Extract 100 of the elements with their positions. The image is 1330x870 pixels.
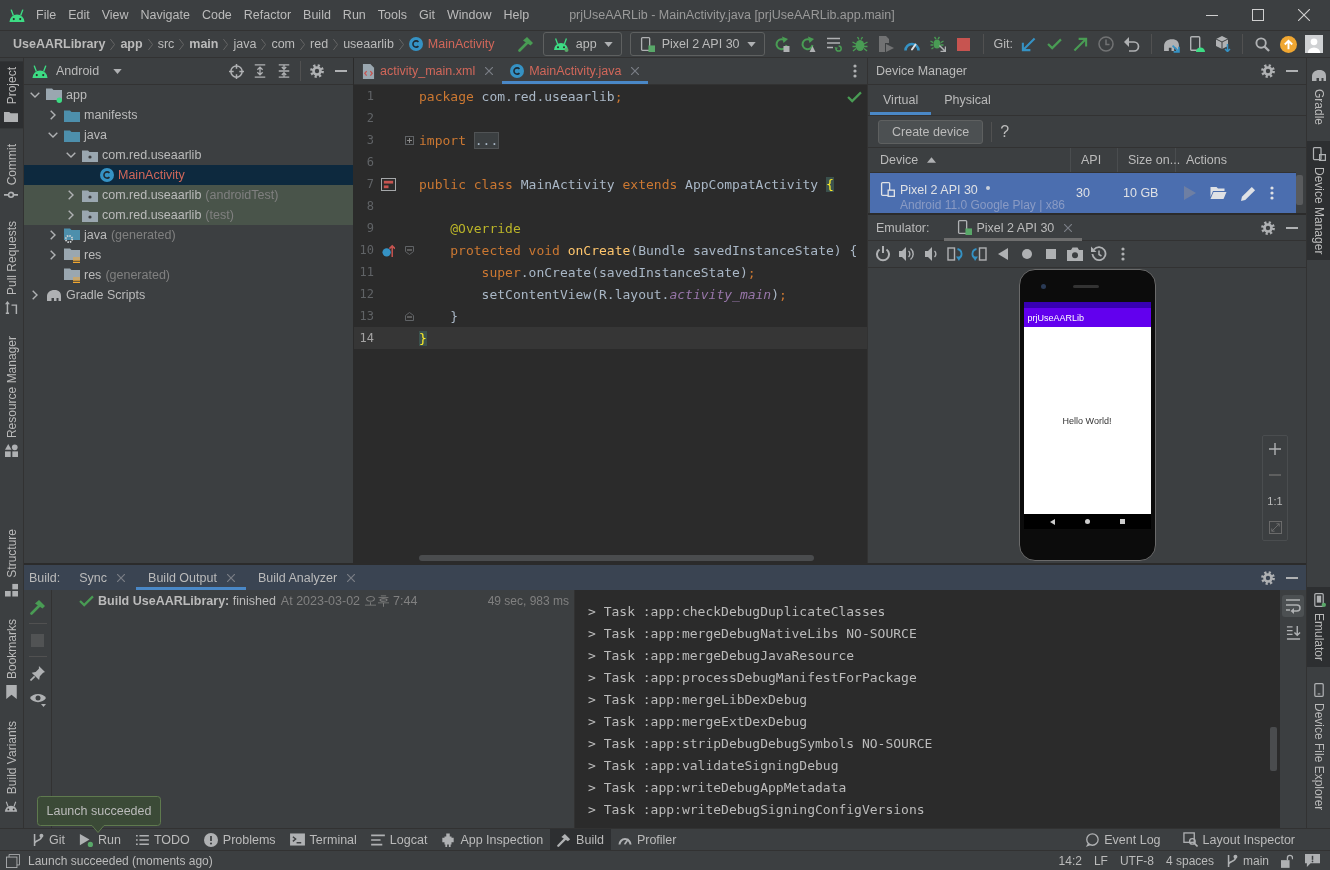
chevron-icon[interactable] <box>68 210 74 220</box>
tool-window-button[interactable]: Event Log <box>1078 829 1168 850</box>
check-icon[interactable] <box>1046 38 1062 50</box>
eye-icon[interactable] <box>29 691 46 707</box>
chevron-icon[interactable] <box>50 250 56 260</box>
tool-window-tab[interactable]: Project <box>0 61 23 129</box>
circle-arrow-icon[interactable] <box>381 243 395 257</box>
settings-icon[interactable] <box>310 64 324 78</box>
tree-item[interactable]: java <box>24 125 353 145</box>
build-tab[interactable]: Build Analyzer <box>245 565 367 590</box>
camera-icon[interactable] <box>1067 247 1083 261</box>
folder-icon[interactable] <box>1210 187 1227 199</box>
circular-arrow-icon[interactable] <box>773 36 790 52</box>
breadcrumb-item[interactable]: MainActivity <box>408 33 495 55</box>
tool-window-tab[interactable]: Build Variants <box>0 714 23 818</box>
tool-window-button[interactable]: Problems <box>196 829 283 850</box>
tool-window-tab[interactable]: Emulator <box>1307 586 1330 667</box>
view-dropdown[interactable]: Android <box>56 64 123 78</box>
menu-item[interactable]: Git <box>413 0 441 30</box>
maximize-icon[interactable] <box>1252 9 1264 21</box>
indent-setting[interactable]: 4 spaces <box>1159 851 1220 870</box>
cube-icon[interactable] <box>1215 36 1231 52</box>
tool-window-tab[interactable]: Device File Explorer <box>1307 676 1330 816</box>
table-row[interactable]: Pixel 2 API 30 Android 11.0 Google Play | x86 30 10 GB <box>870 173 1296 213</box>
zoom-button[interactable]: 1:1 <box>1263 488 1287 514</box>
branch-button[interactable]: main <box>1220 851 1275 870</box>
collapse-icon[interactable] <box>277 64 291 78</box>
more-icon[interactable] <box>1121 247 1125 261</box>
tree-item[interactable]: manifests <box>24 105 353 125</box>
chevron-icon[interactable] <box>68 190 74 200</box>
tool-window-tab[interactable]: Commit <box>0 138 23 205</box>
speech-bubble-icon[interactable] <box>1305 853 1320 868</box>
layout-icon[interactable] <box>380 177 396 191</box>
tool-window-button[interactable]: Layout Inspector <box>1175 829 1302 850</box>
tool-window-tab[interactable]: Bookmarks <box>0 612 23 705</box>
tool-window-button[interactable]: Profiler <box>610 829 684 850</box>
pencil-icon[interactable] <box>1241 185 1256 201</box>
bug-icon[interactable] <box>851 36 868 52</box>
rotate-icon[interactable] <box>971 246 987 262</box>
breadcrumb-item[interactable]: red <box>310 33 329 55</box>
create-device-button[interactable]: Create device <box>878 119 984 144</box>
breadcrumb-item[interactable]: src <box>157 33 175 55</box>
menu-item[interactable]: Code <box>195 0 238 30</box>
arrow-icon[interactable] <box>1072 36 1088 52</box>
back-icon[interactable] <box>998 248 1008 260</box>
arrow-icon[interactable] <box>1020 36 1036 52</box>
caret-position[interactable]: 14:2 <box>1052 851 1088 870</box>
tree-item[interactable]: java (generated) <box>24 225 353 245</box>
breadcrumb-item[interactable]: useaarlib <box>343 33 394 55</box>
panel-tab[interactable]: Virtual <box>870 85 932 115</box>
search-icon[interactable] <box>1254 36 1270 52</box>
more-icon[interactable] <box>1270 186 1274 200</box>
chevron-icon[interactable] <box>50 230 56 240</box>
minimize-icon[interactable] <box>1206 14 1218 16</box>
tree-item[interactable]: Gradle Scripts <box>24 285 353 305</box>
breadcrumb-item[interactable]: com <box>271 33 296 55</box>
build-tab[interactable]: Sync <box>67 565 137 590</box>
bug-arrow-icon[interactable] <box>929 36 946 52</box>
column-header[interactable]: API <box>1071 148 1118 172</box>
menu-item[interactable]: Tools <box>371 0 413 30</box>
scrollbar[interactable] <box>419 555 814 561</box>
chevron-icon[interactable] <box>66 152 76 158</box>
breadcrumb-item[interactable]: app <box>120 33 143 55</box>
tool-window-tab[interactable]: Structure <box>0 523 23 603</box>
power-icon[interactable] <box>875 246 891 262</box>
chevron-icon[interactable] <box>30 92 40 98</box>
tree-item[interactable]: res (generated) <box>24 265 353 285</box>
tree-item[interactable]: res <box>24 245 353 265</box>
rotate-icon[interactable] <box>947 246 963 262</box>
menu-item[interactable]: View <box>95 0 135 30</box>
menu-item[interactable]: File <box>30 0 63 30</box>
menu-item[interactable]: Refactor <box>237 0 298 30</box>
tool-window-button[interactable]: App Inspection <box>434 829 551 850</box>
padlock-icon[interactable] <box>1281 853 1293 868</box>
settings-icon[interactable] <box>1261 570 1275 585</box>
file-encoding[interactable]: UTF-8 <box>1113 851 1160 870</box>
build-tab[interactable]: Build Output <box>136 565 246 590</box>
undo-icon[interactable] <box>1124 36 1140 52</box>
tool-window-button[interactable]: Logcat <box>363 829 435 850</box>
chevron-icon[interactable] <box>50 110 56 120</box>
settings-icon[interactable] <box>1261 220 1275 235</box>
crosshair-icon[interactable] <box>228 63 244 79</box>
scrollbar[interactable] <box>1296 175 1303 205</box>
menu-item[interactable]: Run <box>336 0 372 30</box>
breadcrumb-item[interactable]: UseAARLibrary <box>13 33 106 55</box>
windows-icon[interactable] <box>6 853 20 868</box>
tool-window-button[interactable]: Terminal <box>282 829 364 850</box>
breadcrumb-item[interactable]: main <box>189 33 219 55</box>
tool-window-button[interactable]: Build <box>550 829 611 850</box>
phone-icon[interactable] <box>1189 36 1205 52</box>
scrollbar[interactable] <box>1270 727 1277 771</box>
run-config-dropdown[interactable]: app <box>542 32 622 56</box>
menu-item[interactable]: Edit <box>62 0 96 30</box>
line-separator[interactable]: LF <box>1087 851 1114 870</box>
reset-icon[interactable] <box>1091 246 1107 262</box>
tree-item[interactable]: MainActivity <box>24 165 353 185</box>
list-icon[interactable] <box>825 36 842 52</box>
expand-icon[interactable] <box>253 64 267 78</box>
volume-up-icon[interactable] <box>899 246 915 262</box>
home-icon[interactable] <box>1022 249 1032 259</box>
